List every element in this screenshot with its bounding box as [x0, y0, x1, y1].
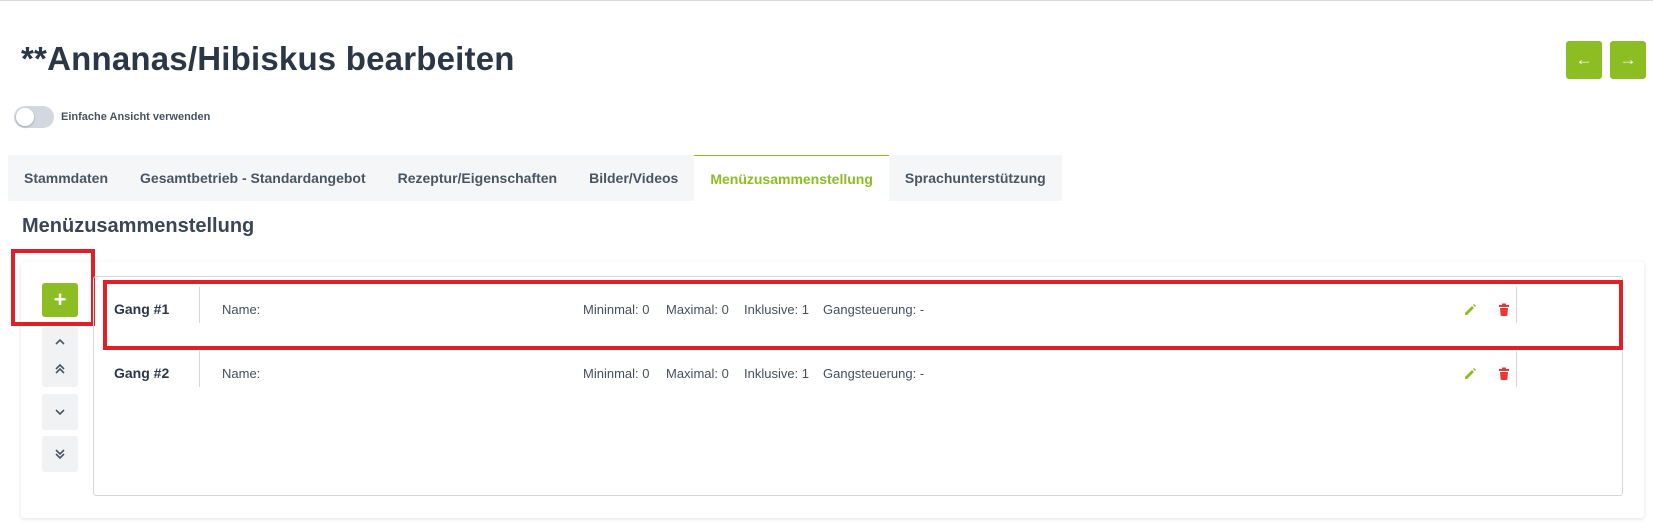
row-divider: [1516, 351, 1517, 387]
page-title: **Annanas/Hibiskus bearbeiten: [21, 40, 515, 77]
course-row-highlight: [103, 280, 1623, 350]
course-name-label: Name:: [222, 366, 261, 381]
previous-item-button[interactable]: ←: [1566, 41, 1602, 79]
section-title: Menüzusammenstellung: [22, 215, 255, 237]
move-bottom-button[interactable]: [42, 436, 78, 472]
move-top-button[interactable]: [42, 351, 78, 387]
tab-stammdaten[interactable]: Stammdaten: [8, 155, 124, 201]
arrow-left-icon: ←: [1575, 50, 1593, 69]
tab-sprachunterstuetzung[interactable]: Sprachunterstützung: [889, 155, 1062, 201]
move-down-button[interactable]: [42, 394, 78, 430]
tab-bilder-videos[interactable]: Bilder/Videos: [573, 155, 694, 201]
add-button-highlight: [11, 249, 95, 326]
course-gangsteuerung: Gangsteuerung: -: [823, 366, 925, 381]
pencil-icon: [1465, 368, 1476, 379]
simple-view-toggle-group: Einfache Ansicht verwenden: [14, 106, 210, 128]
double-chevron-down-icon: [55, 449, 65, 460]
simple-view-label: Einfache Ansicht verwenden: [61, 111, 211, 123]
course-maximal: Maximal: 0: [666, 366, 729, 381]
tab-gesamtbetrieb[interactable]: Gesamtbetrieb - Standardangebot: [124, 155, 382, 201]
toggle-knob: [16, 108, 34, 126]
course-inklusive: Inklusive: 1: [744, 366, 810, 381]
arrow-right-icon: →: [1619, 50, 1637, 69]
top-divider: [0, 0, 1653, 1]
double-chevron-up-icon: [55, 363, 65, 374]
chevron-down-icon: [55, 409, 65, 416]
course-name: Gang #2: [114, 365, 170, 381]
edit-course-button[interactable]: [1458, 362, 1482, 386]
simple-view-toggle[interactable]: [14, 106, 54, 128]
trash-icon: [1499, 367, 1509, 380]
tab-bar: Stammdaten Gesamtbetrieb - Standardangeb…: [8, 155, 1062, 201]
chevron-up-icon: [55, 338, 65, 345]
row-divider: [199, 351, 200, 387]
next-item-button[interactable]: →: [1610, 41, 1646, 79]
course-minimal: Mininmal: 0: [583, 366, 650, 381]
tab-rezeptur[interactable]: Rezeptur/Eigenschaften: [382, 155, 573, 201]
tab-menuzusammenstellung[interactable]: Menüzusammenstellung: [694, 155, 889, 201]
delete-course-button[interactable]: [1492, 362, 1516, 386]
